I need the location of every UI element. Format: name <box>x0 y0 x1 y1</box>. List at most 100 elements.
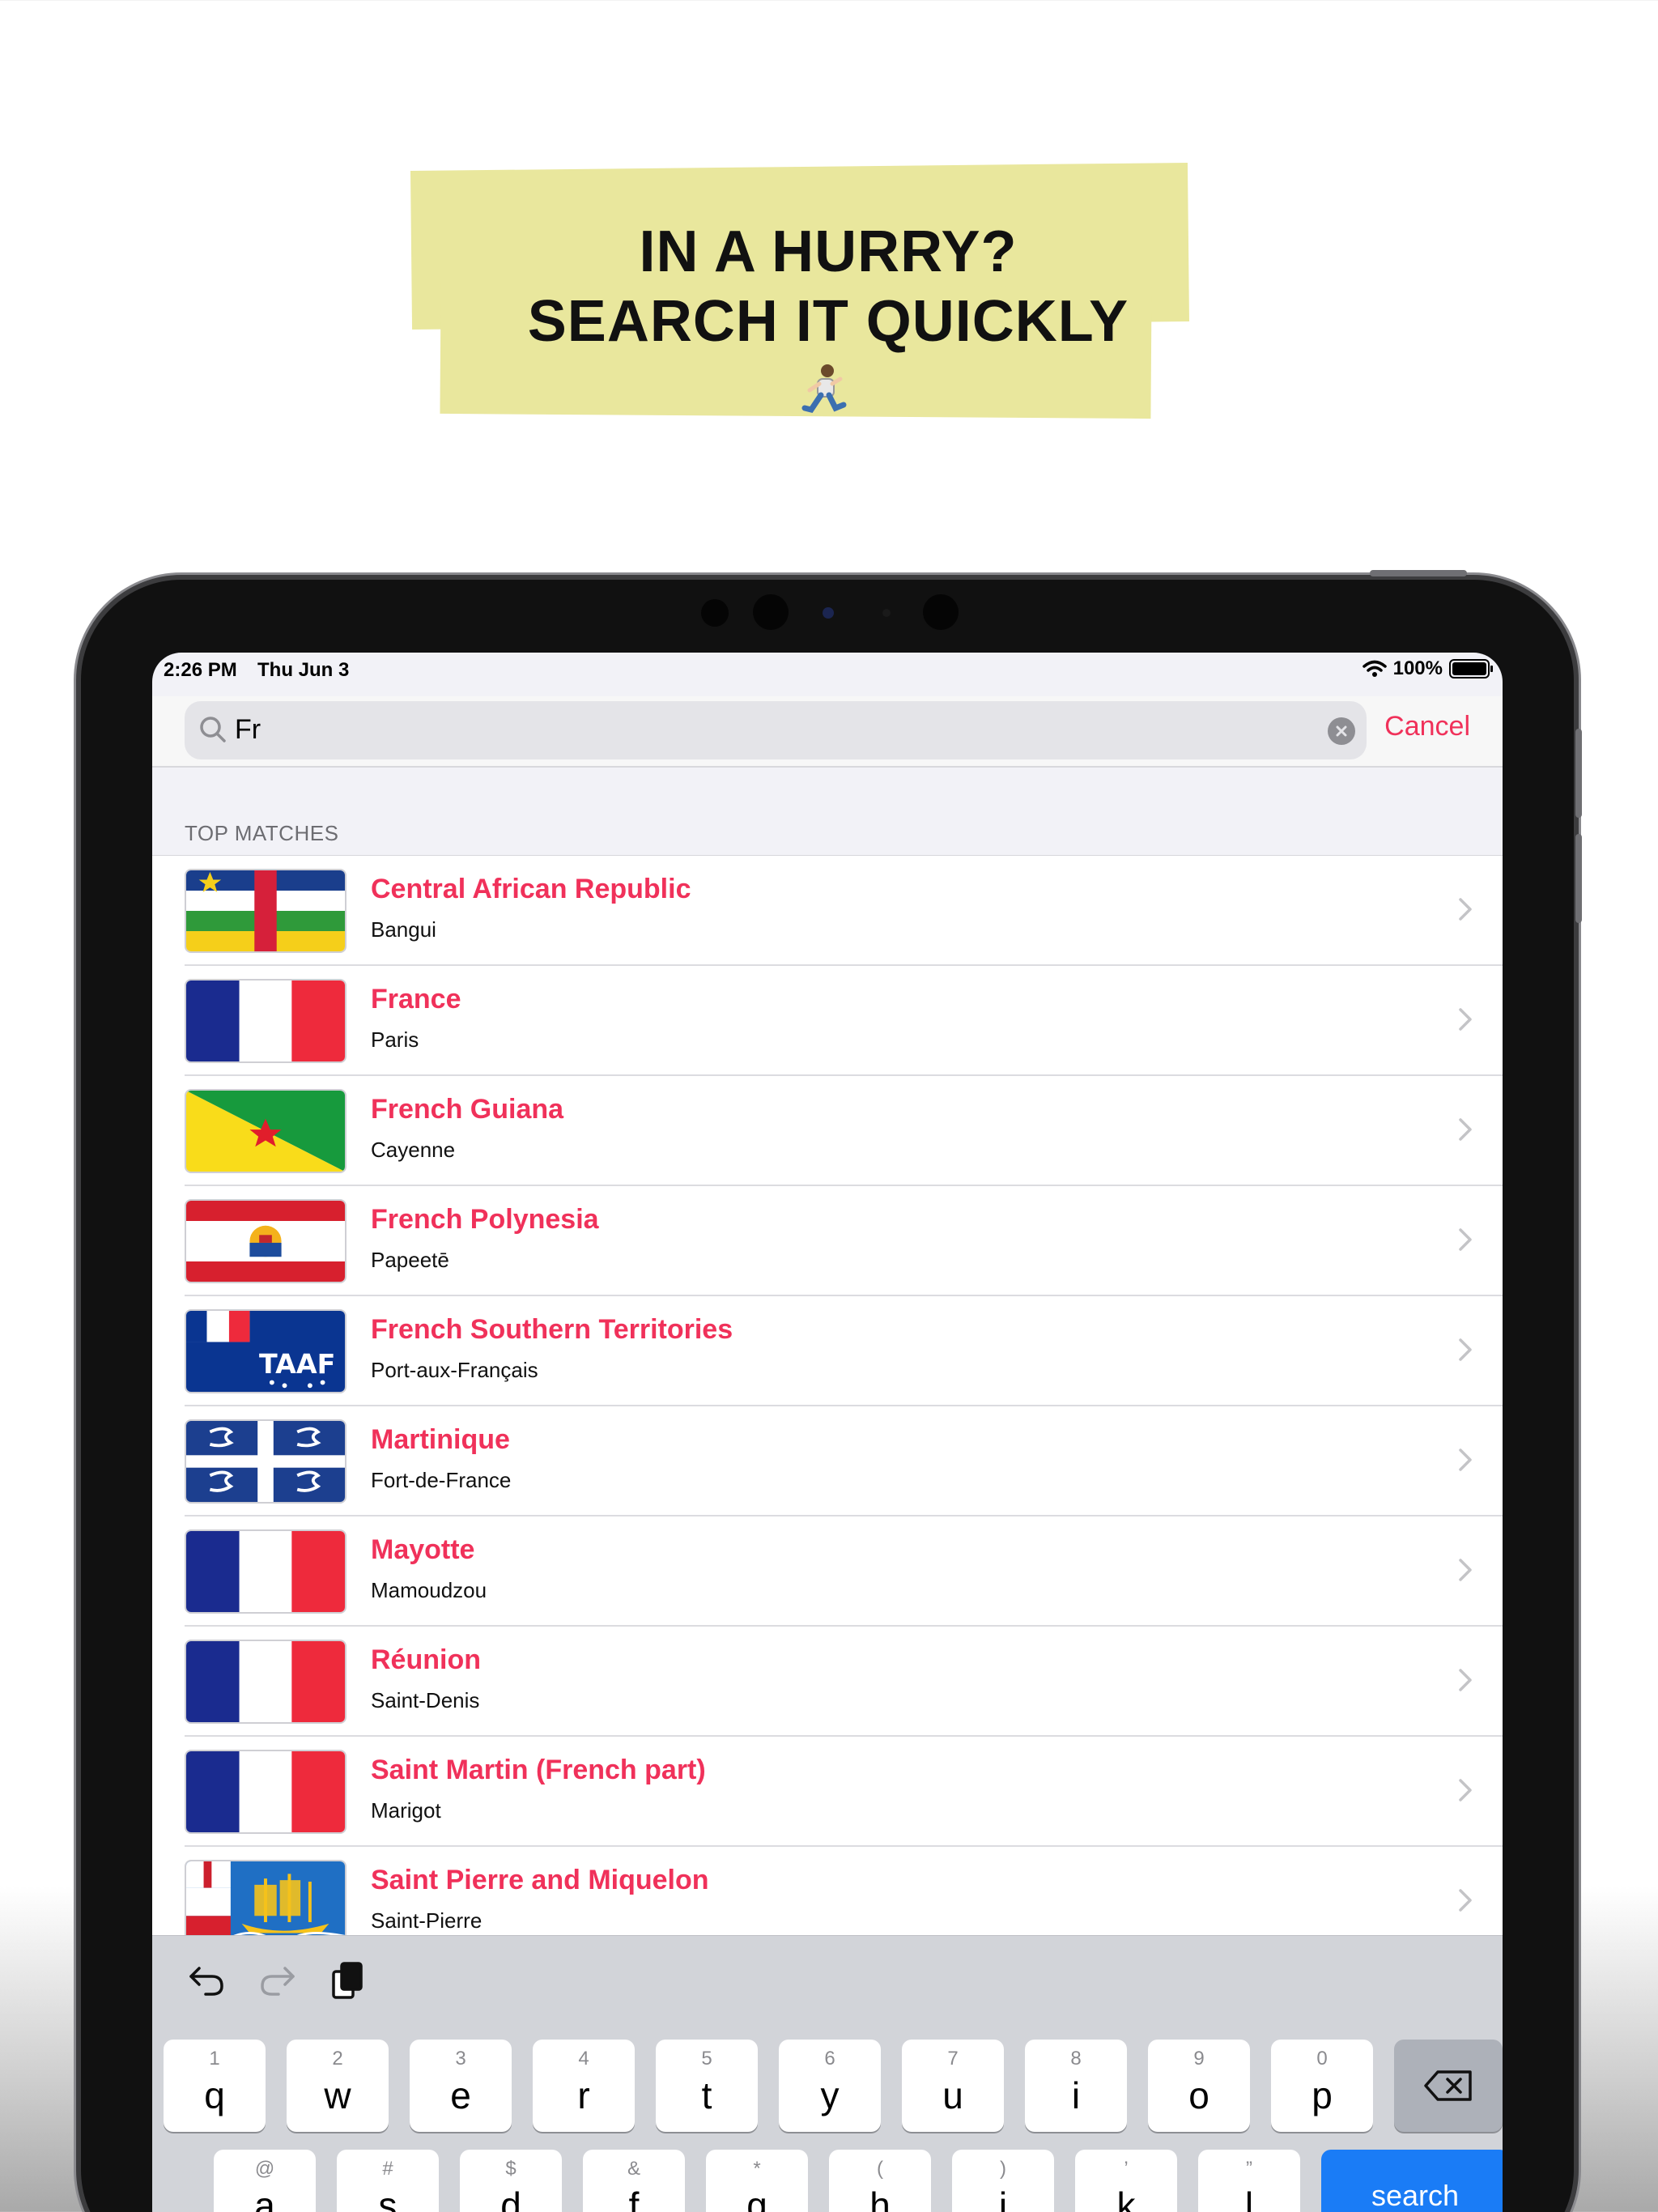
keyboard-row-1: 1q 2w 3e 4r 5t 6y 7u 8i 9o 0p <box>164 2040 1503 2132</box>
capital-name: Fort-de-France <box>371 1468 512 1492</box>
flag-french-southern-territories: TAAF <box>185 1309 346 1393</box>
key-r[interactable]: 4r <box>533 2040 635 2132</box>
top-button <box>1370 570 1467 576</box>
search-bar: Fr Cancel <box>152 696 1503 768</box>
flag-france <box>185 979 346 1063</box>
key-h[interactable]: (h <box>829 2150 931 2212</box>
capital-name: Mamoudzou <box>371 1578 487 1602</box>
chevron-right-icon <box>1459 1118 1472 1141</box>
key-i[interactable]: 8i <box>1025 2040 1127 2132</box>
country-name: Martinique <box>371 1424 510 1455</box>
results-list: Central African Republic Bangui France P… <box>152 855 1503 1957</box>
backspace-icon <box>1424 2070 1472 2101</box>
paste-icon[interactable] <box>330 1960 364 2001</box>
status-date: Thu Jun 3 <box>257 659 350 681</box>
flag-martinique <box>185 1419 346 1504</box>
section-header: TOP MATCHES <box>185 821 339 845</box>
key-k[interactable]: ’ k <box>1075 2150 1177 2212</box>
chevron-right-icon <box>1459 1779 1472 1802</box>
list-item[interactable]: France Paris <box>152 966 1503 1076</box>
list-item[interactable]: Martinique Fort-de-France <box>152 1406 1503 1516</box>
list-item[interactable]: Central African Republic Bangui <box>152 856 1503 966</box>
capital-name: Port-aux-Français <box>371 1358 538 1382</box>
key-l[interactable]: ” l <box>1198 2150 1300 2212</box>
chevron-right-icon <box>1459 1448 1472 1471</box>
key-u[interactable]: 7u <box>902 2040 1004 2132</box>
undo-icon[interactable] <box>188 1963 225 1997</box>
chevron-right-icon <box>1459 898 1472 921</box>
list-item[interactable]: Mayotte Mamoudzou <box>152 1516 1503 1627</box>
runner-icon <box>801 364 847 413</box>
key-f[interactable]: & f <box>583 2150 685 2212</box>
clear-search-icon[interactable] <box>1328 717 1355 745</box>
capital-name: Papeetē <box>371 1248 449 1272</box>
flag-central-african-republic <box>185 869 346 953</box>
capital-name: Cayenne <box>371 1138 456 1162</box>
camera-lens <box>823 607 834 619</box>
keyboard-toolbar <box>188 1960 364 2001</box>
country-name: French Guiana <box>371 1094 564 1125</box>
key-g[interactable]: * g <box>706 2150 808 2212</box>
backspace-key[interactable] <box>1394 2040 1503 2132</box>
capital-name: Saint-Denis <box>371 1688 480 1712</box>
capital-name: Saint-Pierre <box>371 1908 483 1933</box>
sensor-right <box>923 594 959 630</box>
headline-line-2: SEARCH IT QUICKLY <box>527 289 1129 354</box>
chevron-right-icon <box>1459 1889 1472 1912</box>
key-w[interactable]: 2w <box>287 2040 389 2132</box>
headline-line-1: IN A HURRY? <box>639 219 1018 284</box>
key-a[interactable]: @ a <box>214 2150 316 2212</box>
list-item[interactable]: French Guiana Cayenne <box>152 1076 1503 1186</box>
capital-name: Bangui <box>371 917 436 942</box>
keyboard-row-2: @ a # s $ d & f * g (h ) j ’ k ” l search <box>214 2150 1503 2212</box>
search-input[interactable]: Fr <box>185 701 1367 759</box>
redo-icon[interactable] <box>259 1963 296 1997</box>
key-d[interactable]: $ d <box>460 2150 562 2212</box>
wifi-icon <box>1362 660 1387 677</box>
key-t[interactable]: 5t <box>656 2040 758 2132</box>
battery-icon <box>1449 659 1493 678</box>
key-o[interactable]: 9o <box>1148 2040 1250 2132</box>
country-name: France <box>371 984 461 1015</box>
flag-french-guiana <box>185 1089 346 1173</box>
list-item[interactable]: Réunion Saint-Denis <box>152 1627 1503 1737</box>
key-q[interactable]: 1q <box>164 2040 266 2132</box>
country-name: Mayotte <box>371 1534 475 1565</box>
chevron-right-icon <box>1459 1669 1472 1691</box>
flag-saint-pierre-and-miquelon <box>185 1860 346 1944</box>
list-item[interactable]: Saint Martin (French part) Marigot <box>152 1737 1503 1847</box>
status-time: 2:26 PM <box>164 659 237 681</box>
capital-name: Paris <box>371 1027 419 1052</box>
country-name: Réunion <box>371 1644 481 1675</box>
list-item[interactable]: French Polynesia Papeetē <box>152 1186 1503 1296</box>
sensor-left <box>701 599 729 627</box>
status-bar: 2:26 PM Thu Jun 3 100% <box>152 653 1503 688</box>
key-p[interactable]: 0p <box>1271 2040 1373 2132</box>
country-name: Saint Pierre and Miquelon <box>371 1865 709 1895</box>
chevron-right-icon <box>1459 1338 1472 1361</box>
key-j[interactable]: ) j <box>952 2150 1054 2212</box>
keyboard: 1q 2w 3e 4r 5t 6y 7u 8i 9o 0p @ a # s $ d &… <box>152 1935 1503 2212</box>
flag-reunion <box>185 1640 346 1724</box>
svg-text:TAAF: TAAF <box>259 1348 335 1380</box>
volume-up-button <box>1575 729 1582 818</box>
headline: IN A HURRY? SEARCH IT QUICKLY <box>411 217 1245 356</box>
capital-name: Marigot <box>371 1798 441 1823</box>
status-right: 100% <box>1362 657 1493 680</box>
cancel-button[interactable]: Cancel <box>1384 711 1470 742</box>
flag-mayotte <box>185 1529 346 1614</box>
battery-percent: 100% <box>1392 657 1443 679</box>
chevron-right-icon <box>1459 1559 1472 1581</box>
list-item[interactable]: TAAF French Southern Territories Port-au… <box>152 1296 1503 1406</box>
search-key[interactable]: search <box>1321 2150 1503 2212</box>
sensor-mid <box>753 594 789 630</box>
flag-saint-martin <box>185 1750 346 1834</box>
chevron-right-icon <box>1459 1008 1472 1031</box>
screen: 2:26 PM Thu Jun 3 100% Fr Cancel TOP MAT… <box>152 653 1503 2212</box>
country-name: Central African Republic <box>371 874 691 904</box>
key-y[interactable]: 6y <box>779 2040 881 2132</box>
key-e[interactable]: 3e <box>410 2040 512 2132</box>
country-name: French Southern Territories <box>371 1314 733 1345</box>
volume-down-button <box>1575 834 1582 923</box>
key-s[interactable]: # s <box>337 2150 439 2212</box>
